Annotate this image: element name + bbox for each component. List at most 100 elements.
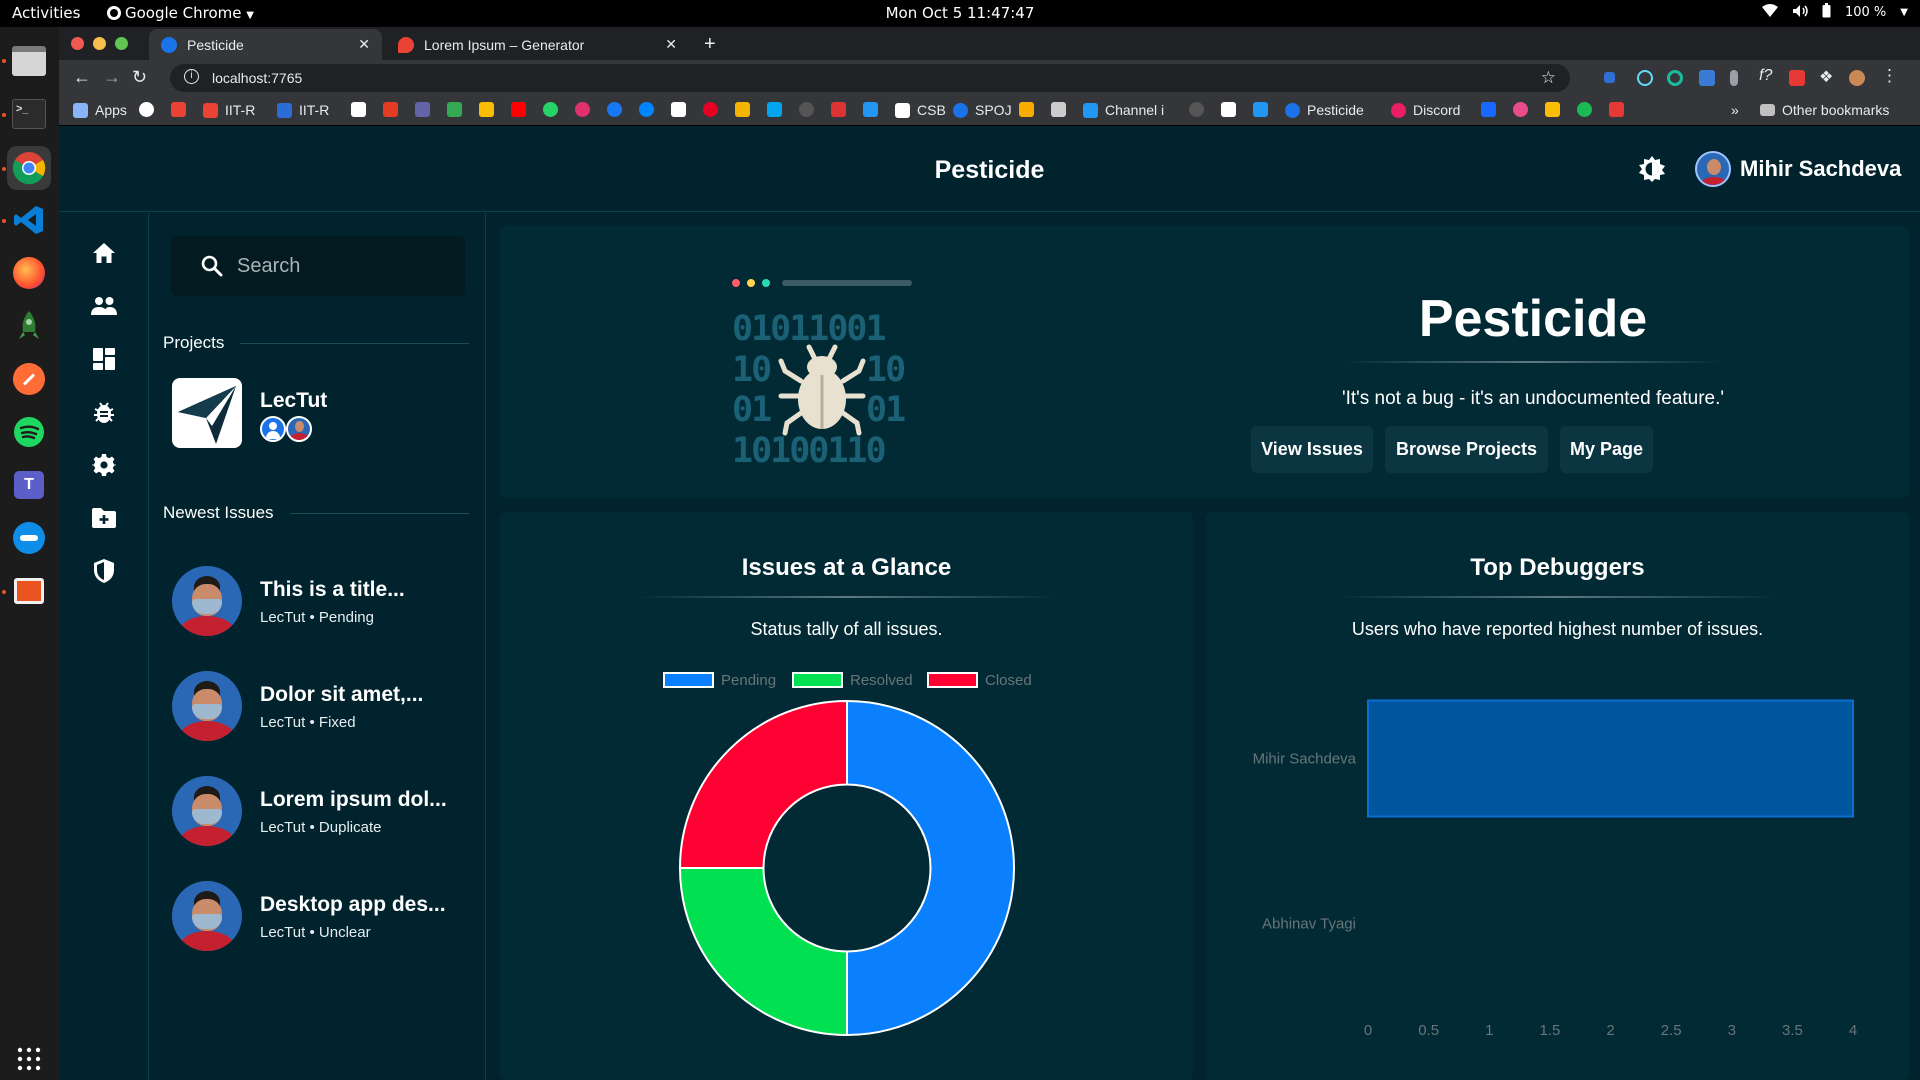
bookmark-item[interactable] — [511, 102, 526, 117]
other-bookmarks-folder[interactable]: Other bookmarks — [1760, 102, 1889, 118]
bookmark-item[interactable]: CSB — [895, 102, 946, 118]
screenshot-dock-icon[interactable] — [7, 569, 51, 613]
bookmark-item[interactable]: SPOJ — [953, 102, 1012, 118]
forward-button[interactable]: → — [103, 67, 121, 88]
close-tab-icon[interactable]: ✕ — [665, 36, 677, 53]
chrome-menu-icon[interactable]: ⋮ — [1881, 66, 1898, 85]
firefox-dock-icon[interactable] — [7, 251, 51, 295]
user-menu[interactable]: Mihir Sachdeva — [1695, 151, 1901, 187]
show-apps-icon[interactable] — [7, 1037, 51, 1080]
teams-dock-icon[interactable]: T — [7, 463, 51, 507]
bookmark-item[interactable] — [767, 102, 782, 117]
bookmark-item[interactable] — [139, 102, 154, 117]
bookmark-item[interactable] — [1481, 102, 1496, 117]
extension-icon[interactable] — [1699, 70, 1715, 86]
teamviewer-dock-icon[interactable] — [7, 516, 51, 560]
bookmark-item[interactable] — [703, 102, 718, 117]
bookmark-item[interactable] — [735, 102, 750, 117]
people-icon[interactable] — [90, 292, 118, 320]
add-folder-icon[interactable] — [90, 504, 118, 532]
tab-pesticide[interactable]: Pesticide ✕ — [149, 29, 382, 60]
bookmark-star-icon[interactable]: ☆ — [1541, 68, 1556, 88]
back-button[interactable]: ← — [73, 67, 91, 88]
issue-list-item[interactable]: This is a title... LecTut • Pending — [172, 566, 472, 638]
vscode-dock-icon[interactable] — [7, 198, 51, 242]
extension-icon[interactable] — [1789, 70, 1805, 86]
bookmark-item[interactable] — [415, 102, 430, 117]
bookmark-item[interactable] — [1221, 102, 1236, 117]
bookmark-item[interactable] — [1577, 102, 1592, 117]
bookmark-item[interactable] — [447, 102, 462, 117]
bookmark-item[interactable]: Pesticide — [1285, 102, 1364, 118]
bookmark-item[interactable]: IIT-R — [203, 102, 255, 118]
site-info-icon[interactable]: i — [184, 69, 199, 84]
issue-list-item[interactable]: Desktop app des... LecTut • Unclear — [172, 881, 472, 953]
profile-avatar-icon[interactable] — [1849, 70, 1865, 86]
bookmark-item[interactable] — [575, 102, 590, 117]
bookmark-item[interactable]: IIT-R — [277, 102, 329, 118]
legend-label[interactable]: Closed — [985, 672, 1032, 689]
extension-icon[interactable] — [1667, 70, 1683, 86]
project-card[interactable]: LecTut — [172, 378, 432, 448]
issue-list-item[interactable]: Dolor sit amet,... LecTut • Fixed — [172, 671, 472, 743]
terminal-dock-icon[interactable]: >_ — [7, 92, 51, 136]
bookmark-item[interactable] — [479, 102, 494, 117]
bookmark-item[interactable] — [1019, 102, 1034, 117]
bug-icon[interactable] — [90, 398, 118, 426]
spotify-dock-icon[interactable] — [7, 410, 51, 454]
bookmark-item[interactable] — [351, 102, 366, 117]
dashboard-icon[interactable] — [90, 345, 118, 373]
rocket-dock-icon[interactable] — [7, 304, 51, 348]
bookmark-item[interactable] — [1051, 102, 1066, 117]
my-page-button[interactable]: My Page — [1560, 426, 1653, 473]
issue-list-item[interactable]: Lorem ipsum dol... LecTut • Duplicate — [172, 776, 472, 848]
clock[interactable]: Mon Oct 5 11:47:47 — [0, 4, 1920, 22]
window-minimize-button[interactable] — [93, 37, 106, 50]
more-bookmarks-button[interactable]: » — [1731, 102, 1739, 118]
reload-button[interactable]: ↻ — [132, 67, 147, 88]
theme-toggle-icon[interactable] — [1637, 154, 1667, 184]
browse-projects-button[interactable]: Browse Projects — [1385, 426, 1548, 473]
system-tray[interactable]: 100 % ▼ — [1761, 3, 1908, 22]
pie-slice-resolved[interactable] — [678, 867, 848, 1037]
bookmark-item[interactable] — [671, 102, 686, 117]
legend-swatch[interactable] — [927, 672, 978, 688]
bookmark-item[interactable] — [1253, 102, 1268, 117]
legend-swatch[interactable] — [663, 672, 714, 688]
bookmark-item[interactable] — [607, 102, 622, 117]
fx-extension-icon[interactable]: f? — [1759, 67, 1775, 84]
shield-icon[interactable] — [90, 557, 118, 585]
bookmark-item[interactable] — [171, 102, 186, 117]
home-icon[interactable] — [90, 239, 118, 267]
settings-gear-icon[interactable] — [90, 451, 118, 479]
bookmark-item[interactable] — [799, 102, 814, 117]
bookmark-item[interactable]: Channel i — [1083, 102, 1164, 118]
extension-icon[interactable] — [1730, 70, 1738, 86]
postman-dock-icon[interactable] — [7, 357, 51, 401]
tab-lorem-ipsum[interactable]: Lorem Ipsum – Generator ✕ — [386, 29, 689, 60]
activities-button[interactable]: Activities — [12, 4, 80, 22]
search-input[interactable] — [237, 253, 447, 279]
bookmark-item[interactable] — [831, 102, 846, 117]
bookmark-item[interactable] — [639, 102, 654, 117]
bar[interactable] — [1367, 699, 1854, 818]
chrome-dock-icon[interactable] — [7, 146, 51, 190]
member-avatar[interactable] — [260, 416, 286, 442]
window-close-button[interactable] — [71, 37, 84, 50]
bookmark-item[interactable] — [543, 102, 558, 117]
extensions-puzzle-icon[interactable]: ❖ — [1819, 67, 1835, 86]
bookmark-item[interactable]: Discord — [1391, 102, 1460, 118]
legend-swatch[interactable] — [792, 672, 843, 688]
extension-icon[interactable] — [1604, 72, 1615, 83]
bookmark-item[interactable] — [1189, 102, 1204, 117]
pie-slice-closed[interactable] — [678, 699, 848, 869]
bookmark-item[interactable] — [1609, 102, 1624, 117]
bookmark-item[interactable] — [863, 102, 878, 117]
bookmark-item[interactable]: Apps — [73, 102, 127, 118]
react-devtools-icon[interactable] — [1637, 70, 1653, 86]
search-box[interactable] — [171, 236, 465, 296]
view-issues-button[interactable]: View Issues — [1251, 426, 1373, 473]
address-bar[interactable]: i localhost:7765 ☆ — [170, 64, 1570, 92]
member-avatar[interactable] — [286, 416, 312, 442]
legend-label[interactable]: Resolved — [850, 672, 913, 689]
